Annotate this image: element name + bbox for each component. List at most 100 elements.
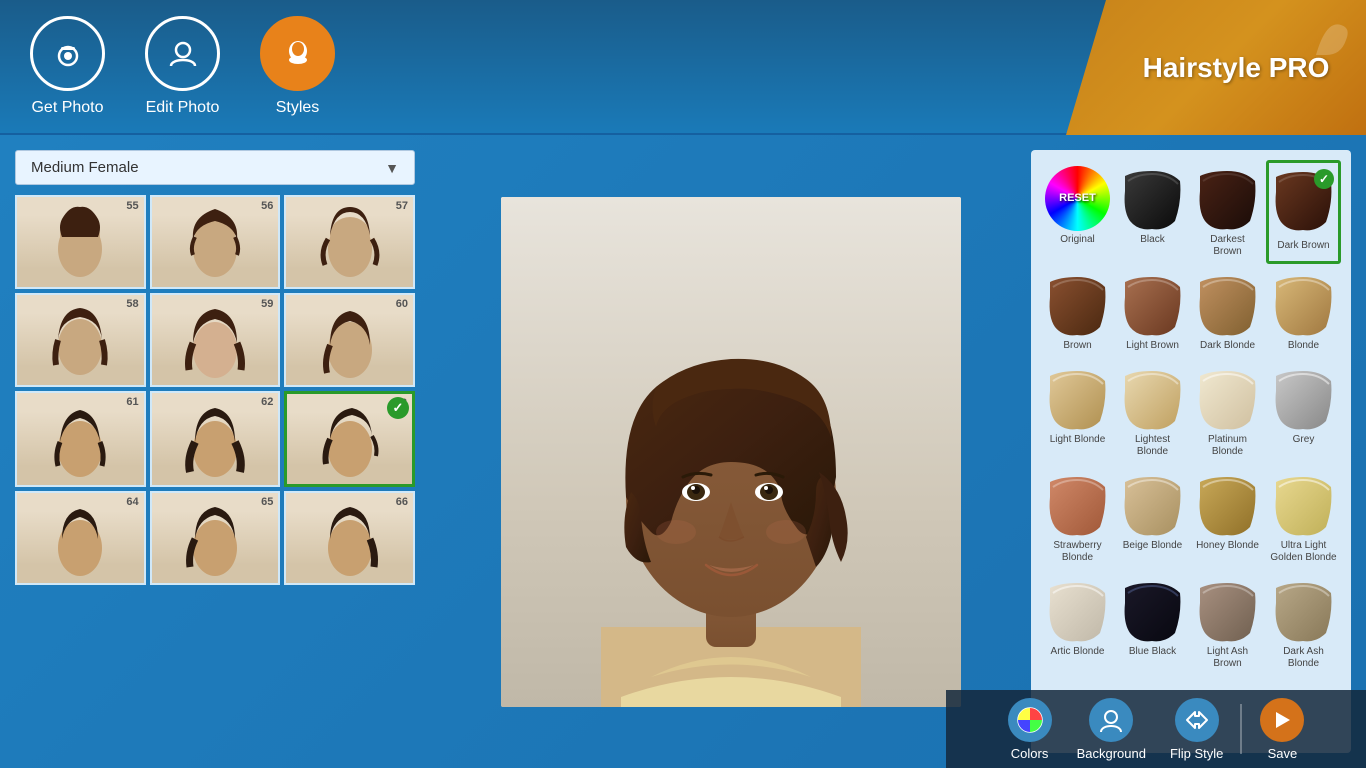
style-item-64[interactable]: 64	[15, 491, 146, 585]
grey-swatch	[1271, 366, 1336, 431]
get-photo-label: Get Photo	[31, 99, 103, 117]
toolbar-background[interactable]: Background	[1065, 693, 1158, 766]
style-item-60[interactable]: 60	[284, 293, 415, 387]
toolbar-colors[interactable]: Colors	[995, 693, 1065, 766]
flip-style-icon	[1175, 698, 1219, 742]
brown-swatch	[1045, 272, 1110, 337]
bottom-toolbar: Colors Background Flip Style	[946, 690, 1366, 768]
color-name: Ultra Light Golden Blonde	[1270, 540, 1337, 564]
platinum-blonde-swatch	[1195, 366, 1260, 431]
color-item-light-ash-brown[interactable]: Light Ash Brown	[1191, 572, 1264, 676]
colors-label: Colors	[1011, 746, 1049, 761]
color-name: Artic Blonde	[1051, 646, 1105, 658]
strawberry-blonde-swatch	[1045, 472, 1110, 537]
style-item-61[interactable]: 61	[15, 391, 146, 487]
logo-area: Hairstyle PRO	[1066, 0, 1366, 135]
header: Get Photo Edit Photo	[0, 0, 1366, 135]
background-label: Background	[1077, 746, 1146, 761]
styles-icon	[260, 16, 335, 91]
honey-blonde-swatch	[1195, 472, 1260, 537]
style-item-66[interactable]: 66	[284, 491, 415, 585]
app-title: Hairstyle PRO	[1143, 52, 1330, 84]
colors-icon	[1008, 698, 1052, 742]
dark-ash-blonde-swatch	[1271, 578, 1336, 643]
color-name: Brown	[1063, 340, 1091, 352]
style-item-63[interactable]: 63 ✓	[284, 391, 415, 487]
color-name: Strawberry Blonde	[1045, 540, 1110, 564]
black-swatch	[1120, 166, 1185, 231]
color-item-brown[interactable]: Brown	[1041, 266, 1114, 358]
style-item-56[interactable]: 56	[150, 195, 281, 289]
color-item-honey-blonde[interactable]: Honey Blonde	[1191, 466, 1264, 570]
styles-label: Styles	[276, 99, 320, 117]
color-item-light-blonde[interactable]: Light Blonde	[1041, 360, 1114, 464]
color-item-light-brown[interactable]: Light Brown	[1116, 266, 1189, 358]
darkest-brown-swatch	[1195, 166, 1260, 231]
color-name: Honey Blonde	[1196, 540, 1259, 552]
color-name: Original	[1060, 234, 1094, 246]
style-item-62[interactable]: 62	[150, 391, 281, 487]
style-number: 60	[396, 298, 408, 310]
color-name: Grey	[1293, 434, 1315, 446]
toolbar-divider	[1240, 704, 1242, 754]
style-number: 57	[396, 200, 408, 212]
blue-black-swatch	[1120, 578, 1185, 643]
color-name: Light Brown	[1126, 340, 1179, 352]
selected-checkmark: ✓	[387, 397, 409, 419]
nav-item-get-photo[interactable]: Get Photo	[30, 16, 105, 117]
color-name: Dark Brown	[1277, 240, 1329, 252]
color-item-ultra-light-golden-blonde[interactable]: Ultra Light Golden Blonde	[1266, 466, 1341, 570]
styles-panel: Medium Female ▼ 55	[0, 135, 430, 768]
color-item-blonde[interactable]: Blonde	[1266, 266, 1341, 358]
preview-panel	[430, 135, 1031, 768]
color-item-dark-brown[interactable]: ✓ Dark Brown	[1266, 160, 1341, 264]
color-item-strawberry-blonde[interactable]: Strawberry Blonde	[1041, 466, 1114, 570]
nav-item-edit-photo[interactable]: Edit Photo	[145, 16, 220, 117]
reset-swatch: RESET	[1045, 166, 1110, 231]
color-item-dark-blonde[interactable]: Dark Blonde	[1191, 266, 1264, 358]
color-name: Dark Blonde	[1200, 340, 1255, 352]
color-name: Darkest Brown	[1195, 234, 1260, 258]
color-item-black[interactable]: Black	[1116, 160, 1189, 264]
style-item-58[interactable]: 58	[15, 293, 146, 387]
style-number: 58	[126, 298, 138, 310]
color-item-grey[interactable]: Grey	[1266, 360, 1341, 464]
light-ash-brown-swatch	[1195, 578, 1260, 643]
style-number: 64	[126, 496, 138, 508]
style-item-55[interactable]: 55	[15, 195, 146, 289]
color-item-platinum-blonde[interactable]: Platinum Blonde	[1191, 360, 1264, 464]
color-item-darkest-brown[interactable]: Darkest Brown	[1191, 160, 1264, 264]
light-brown-swatch	[1120, 272, 1185, 337]
color-name: Beige Blonde	[1123, 540, 1183, 552]
color-name: Lightest Blonde	[1120, 434, 1185, 458]
style-item-59[interactable]: 59	[150, 293, 281, 387]
color-item-beige-blonde[interactable]: Beige Blonde	[1116, 466, 1189, 570]
edit-photo-label: Edit Photo	[146, 99, 220, 117]
color-name: Blonde	[1288, 340, 1319, 352]
color-name: Black	[1140, 234, 1164, 246]
toolbar-flip-style[interactable]: Flip Style	[1158, 693, 1235, 766]
toolbar-save[interactable]: Save	[1247, 693, 1317, 766]
dark-blonde-swatch	[1195, 272, 1260, 337]
lightest-blonde-swatch	[1120, 366, 1185, 431]
style-item-57[interactable]: 57	[284, 195, 415, 289]
color-item-artic-blonde[interactable]: Artic Blonde	[1041, 572, 1114, 676]
dropdown-arrow-icon: ▼	[385, 160, 399, 176]
color-name: Blue Black	[1129, 646, 1176, 658]
color-name: Dark Ash Blonde	[1270, 646, 1337, 670]
selected-check: ✓	[1314, 169, 1334, 189]
save-icon	[1260, 698, 1304, 742]
color-item-original[interactable]: RESET Original	[1041, 160, 1114, 264]
color-item-lightest-blonde[interactable]: Lightest Blonde	[1116, 360, 1189, 464]
nav-item-styles[interactable]: Styles	[260, 16, 335, 117]
style-number: 65	[261, 496, 273, 508]
background-icon	[1089, 698, 1133, 742]
style-item-65[interactable]: 65	[150, 491, 281, 585]
color-name: Light Blonde	[1050, 434, 1106, 446]
color-item-blue-black[interactable]: Blue Black	[1116, 572, 1189, 676]
style-category-dropdown[interactable]: Medium Female ▼	[15, 150, 415, 185]
style-number: 66	[396, 496, 408, 508]
preview-image	[501, 197, 961, 707]
color-item-dark-ash-blonde[interactable]: Dark Ash Blonde	[1266, 572, 1341, 676]
artic-blonde-swatch	[1045, 578, 1110, 643]
